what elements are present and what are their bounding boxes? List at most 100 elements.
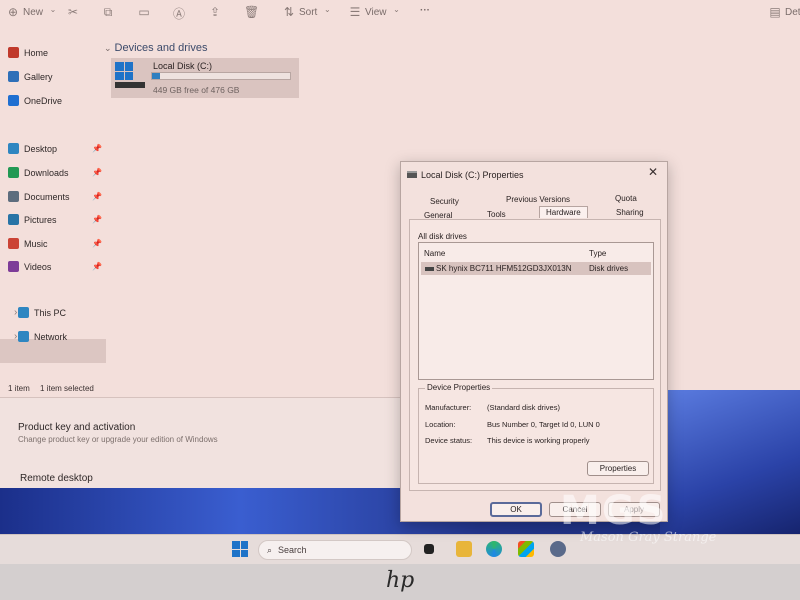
column-header-name[interactable]: Name	[424, 249, 445, 258]
music-icon	[8, 238, 19, 249]
sidebar-item-label: Music	[24, 238, 48, 249]
rename-icon: Ⓐ	[172, 7, 185, 21]
rename-button[interactable]: Ⓐ	[172, 5, 186, 21]
sidebar-item-label: Home	[24, 47, 49, 58]
device-status-value: This device is working properly	[487, 436, 590, 445]
manufacturer-label: Manufacturer:	[425, 403, 472, 412]
chevron-right-icon[interactable]: ›	[14, 331, 17, 342]
store-icon[interactable]	[518, 541, 534, 557]
manufacturer-value: (Standard disk drives)	[487, 403, 560, 412]
remote-desktop-item[interactable]: Remote desktop	[20, 473, 93, 484]
home-icon	[8, 47, 19, 58]
cut-button[interactable]: ✂	[66, 5, 80, 19]
pin-icon: 📌	[92, 215, 102, 224]
tab-tools[interactable]: Tools	[487, 210, 506, 219]
close-icon[interactable]: ✕	[645, 165, 661, 181]
taskbar-search[interactable]: ⌕ Search	[258, 540, 412, 560]
more-icon: ···	[420, 5, 430, 16]
details-button[interactable]: ▤ Detai	[768, 5, 800, 19]
search-icon: ⌕	[267, 544, 273, 555]
details-label: Detai	[785, 6, 800, 18]
details-icon: ▤	[769, 5, 781, 19]
paste-button[interactable]: ▭	[137, 5, 151, 19]
this-pc-selected-row	[0, 339, 106, 363]
ok-button[interactable]: OK	[490, 502, 542, 517]
drive-usage-bar	[151, 72, 291, 80]
tab-quota[interactable]: Quota	[615, 194, 637, 203]
edge-icon[interactable]	[486, 541, 502, 557]
new-label: New	[23, 6, 44, 18]
file-explorer-taskbar-icon[interactable]	[456, 541, 472, 557]
tab-hardware[interactable]: Hardware	[539, 206, 588, 218]
paste-icon: ▭	[138, 5, 150, 19]
navigation-pane	[0, 38, 108, 368]
sidebar-item-onedrive[interactable]: OneDrive	[8, 95, 106, 106]
hp-logo: hp	[386, 568, 415, 593]
location-label: Location:	[425, 420, 456, 429]
hardware-tab-panel: All disk drives Name Type SK hynix BC711…	[409, 219, 661, 491]
device-properties-group: Device Properties Manufacturer: (Standar…	[418, 383, 654, 484]
column-header-type[interactable]: Type	[589, 249, 606, 258]
drive-free-text: 449 GB free of 476 GB	[153, 85, 240, 95]
start-button[interactable]	[232, 541, 248, 557]
product-key-title: Product key and activation	[18, 422, 136, 433]
dialog-title: Local Disk (C:) Properties	[421, 170, 524, 180]
sort-icon: ⇅	[283, 5, 295, 19]
gallery-icon	[8, 71, 19, 82]
sidebar-item-this-pc[interactable]: › This PC	[14, 307, 116, 318]
sidebar-item-pictures[interactable]: Pictures 📌	[8, 214, 106, 225]
tab-security[interactable]: Security	[430, 197, 459, 206]
share-button[interactable]: ⇪	[208, 5, 222, 19]
product-key-item[interactable]: Product key and activation Change produc…	[18, 422, 218, 444]
pin-icon: 📌	[92, 192, 102, 201]
windows-drive-icon	[115, 62, 133, 80]
sidebar-item-desktop[interactable]: Desktop 📌	[8, 143, 106, 154]
product-key-subtitle: Change product key or upgrade your editi…	[18, 435, 218, 444]
disk-drive-icon	[425, 266, 434, 271]
watermark-mark: MGS	[560, 488, 668, 534]
pin-icon: 📌	[92, 144, 102, 153]
tab-previous-versions[interactable]: Previous Versions	[506, 195, 570, 204]
device-status-label: Device status:	[425, 436, 473, 445]
sidebar-item-music[interactable]: Music 📌	[8, 238, 106, 249]
delete-button[interactable]: 🗑	[244, 5, 260, 19]
properties-dialog: Local Disk (C:) Properties ✕ Security Pr…	[400, 161, 668, 522]
drive-base-icon	[115, 82, 145, 88]
properties-button[interactable]: Properties	[587, 461, 649, 476]
disk-drives-list[interactable]: Name Type SK hynix BC711 HFM512GD3JX013N…	[418, 242, 654, 380]
copy-button[interactable]: ⧉	[101, 5, 115, 19]
table-row[interactable]: SK hynix BC711 HFM512GD3JX013N Disk driv…	[421, 262, 651, 275]
local-disk-tile[interactable]: Local Disk (C:) 449 GB free of 476 GB	[111, 58, 299, 98]
sidebar-item-downloads[interactable]: Downloads 📌	[8, 167, 106, 178]
sidebar-item-network[interactable]: › Network	[14, 331, 116, 342]
explorer-toolbar: ⊕ New ⌄ ✂ ⧉ ▭ Ⓐ ⇪ 🗑 ⇅ Sort ⌄ ☰ View ⌄ ··…	[0, 0, 800, 26]
new-button[interactable]: ⊕ New ⌄	[6, 5, 60, 19]
sidebar-item-documents[interactable]: Documents 📌	[8, 191, 106, 202]
sidebar-item-label: Network	[34, 331, 68, 342]
tab-sharing[interactable]: Sharing	[616, 208, 644, 217]
chevron-right-icon[interactable]: ›	[14, 307, 17, 318]
sort-button[interactable]: ⇅ Sort ⌄	[282, 5, 334, 19]
share-icon: ⇪	[209, 5, 221, 19]
remote-desktop-label: Remote desktop	[20, 473, 93, 484]
devices-and-drives-header[interactable]: ⌄ Devices and drives	[104, 42, 207, 54]
drive-name: Local Disk (C:)	[153, 61, 213, 71]
sidebar-item-videos[interactable]: Videos 📌	[8, 261, 106, 272]
documents-icon	[8, 191, 19, 202]
view-button[interactable]: ☰ View ⌄	[348, 5, 404, 19]
cut-icon: ✂	[67, 5, 79, 19]
sidebar-item-gallery[interactable]: Gallery	[8, 71, 106, 82]
pin-icon: 📌	[92, 262, 102, 271]
trash-icon: 🗑	[244, 5, 260, 19]
this-pc-icon	[18, 307, 29, 318]
copy-icon: ⧉	[103, 5, 113, 19]
sidebar-item-home[interactable]: Home	[8, 47, 106, 58]
pin-icon: 📌	[92, 168, 102, 177]
chevron-down-icon: ⌄	[49, 5, 57, 14]
more-options-button[interactable]: ···	[420, 5, 430, 16]
sidebar-item-label: OneDrive	[24, 95, 63, 106]
sidebar-item-label: Videos	[24, 261, 52, 272]
search-label: Search	[278, 545, 307, 555]
sidebar-item-label: This PC	[34, 307, 67, 318]
task-view-icon[interactable]	[424, 544, 434, 554]
